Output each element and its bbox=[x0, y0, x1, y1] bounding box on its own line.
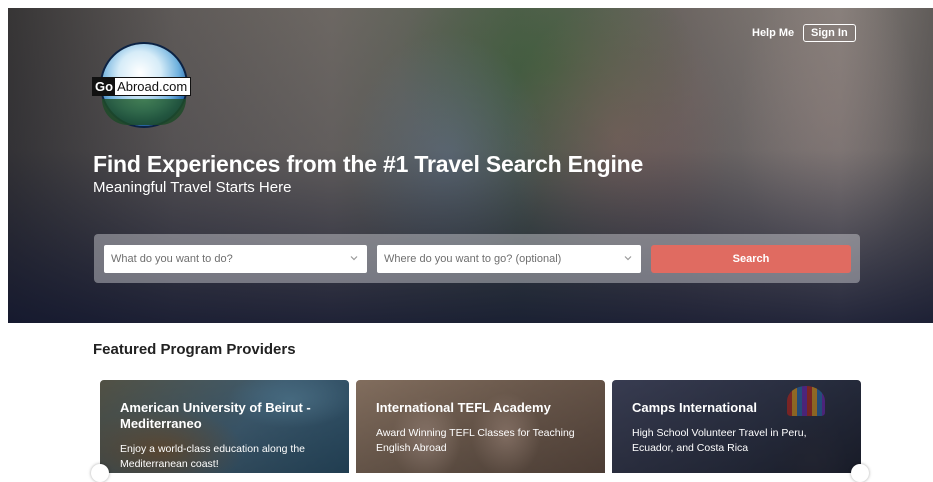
provider-card-description: High School Volunteer Travel in Peru, Ec… bbox=[632, 427, 807, 454]
provider-card[interactable]: American University of Beirut - Mediterr… bbox=[100, 380, 349, 473]
sign-in-button[interactable]: Sign In bbox=[803, 24, 856, 42]
logo-domain-text: Abroad.com bbox=[117, 79, 188, 94]
chevron-right-icon[interactable] bbox=[851, 464, 869, 482]
featured-providers-heading: Featured Program Providers bbox=[93, 341, 296, 358]
provider-card[interactable]: Camps International High School Voluntee… bbox=[612, 380, 861, 473]
provider-card-title: Camps International bbox=[632, 400, 757, 415]
activity-select[interactable]: What do you want to do? bbox=[104, 245, 367, 273]
provider-card-title: American University of Beirut - Mediterr… bbox=[120, 400, 311, 431]
activity-select-placeholder: What do you want to do? bbox=[111, 253, 233, 265]
chevron-left-icon[interactable] bbox=[91, 464, 109, 482]
help-link[interactable]: Help Me bbox=[752, 27, 794, 39]
chevron-down-icon bbox=[350, 256, 358, 261]
site-logo[interactable]: Go Abroad.com bbox=[92, 77, 192, 96]
provider-card[interactable]: International TEFL Academy Award Winning… bbox=[356, 380, 605, 473]
hero-headline: Find Experiences from the #1 Travel Sear… bbox=[93, 151, 644, 177]
hero-subhead: Meaningful Travel Starts Here bbox=[93, 179, 292, 196]
chevron-down-icon bbox=[624, 256, 632, 261]
provider-card-title: International TEFL Academy bbox=[376, 400, 551, 415]
logo-go-text: Go bbox=[93, 78, 116, 95]
logo-globe-land bbox=[102, 99, 186, 125]
destination-select-placeholder: Where do you want to go? (optional) bbox=[384, 253, 562, 265]
search-button[interactable]: Search bbox=[651, 245, 851, 273]
destination-select[interactable]: Where do you want to go? (optional) bbox=[377, 245, 641, 273]
provider-card-description: Enjoy a world-class education along the … bbox=[120, 443, 306, 470]
provider-card-description: Award Winning TEFL Classes for Teaching … bbox=[376, 427, 575, 454]
